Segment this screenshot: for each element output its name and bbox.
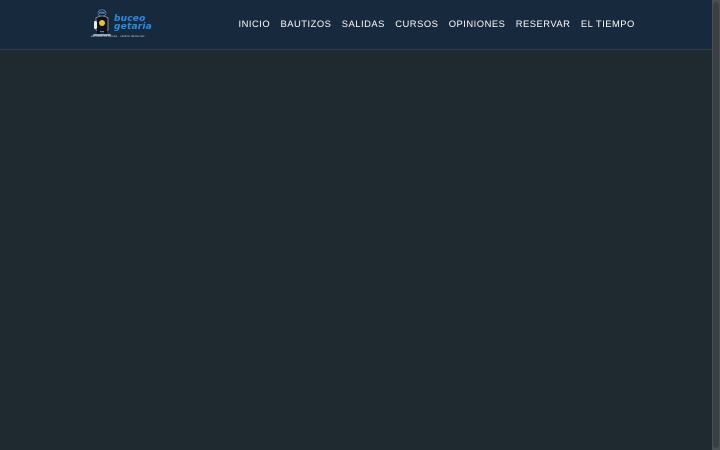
nav-item-el-tiempo[interactable]: EL TIEMPO (576, 17, 640, 31)
logo-tagline: escuela de buceo · centro de buceo (91, 34, 145, 38)
nav-item-bautizos[interactable]: BAUTIZOS (275, 17, 336, 31)
nav-item-inicio[interactable]: INICIO (233, 17, 275, 31)
vertical-scrollbar[interactable] (712, 0, 720, 450)
nav-item-opiniones[interactable]: OPINIONES (444, 17, 511, 31)
site-logo[interactable]: buceo getaria escuela de buceo · centro … (90, 8, 152, 42)
site-header: buceo getaria escuela de buceo · centro … (0, 0, 712, 50)
logo-text-getaria: getaria (114, 22, 152, 32)
nav-item-reservar[interactable]: RESERVAR (511, 17, 576, 31)
page: buceo getaria escuela de buceo · centro … (0, 0, 720, 450)
nav-item-salidas[interactable]: SALIDAS (337, 17, 390, 31)
main-nav: INICIO BAUTIZOS SALIDAS CURSOS OPINIONES… (233, 17, 640, 31)
scrollbar-thumb[interactable] (713, 2, 719, 448)
nav-item-cursos[interactable]: CURSOS (390, 17, 443, 31)
